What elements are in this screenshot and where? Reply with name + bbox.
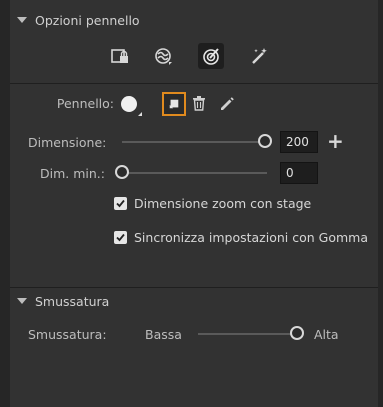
tool-options-panel: Opzioni pennello Pennello: Dimensione: 2…	[10, 0, 378, 407]
brush-options-header[interactable]: Opzioni pennello	[10, 10, 378, 30]
brush-shape-dropdown-icon[interactable]	[138, 112, 142, 116]
zoom-size-label[interactable]: Dimensione zoom con stage	[134, 196, 311, 211]
edit-brush-button[interactable]	[217, 94, 235, 112]
brush-mode-selected[interactable]	[162, 92, 186, 116]
left-gutter	[0, 0, 10, 407]
size-label: Dimensione:	[28, 135, 107, 150]
checkmark-icon	[116, 199, 125, 208]
section-divider	[10, 83, 378, 84]
smoothing-header[interactable]: Smussatura	[10, 291, 378, 311]
brush-square-icon	[169, 99, 179, 109]
brush-shape-picker[interactable]	[121, 96, 137, 112]
magic-brush-tool[interactable]	[246, 43, 272, 69]
paint-inside-tool[interactable]	[198, 43, 224, 69]
min-size-slider-track[interactable]	[122, 172, 267, 174]
section-divider	[10, 287, 378, 288]
smoothing-slider-thumb[interactable]	[290, 326, 304, 340]
collapse-triangle-icon[interactable]	[17, 17, 27, 23]
magic-brush-icon	[252, 48, 267, 64]
smoothing-high-label: Alta	[314, 327, 339, 342]
zoom-size-checkbox[interactable]	[114, 197, 127, 210]
paint-behind-tool[interactable]	[150, 43, 176, 69]
right-gutter	[378, 0, 383, 407]
lock-fill-tool[interactable]	[107, 43, 133, 69]
smoothing-slider-track[interactable]	[198, 333, 296, 335]
min-size-label: Dim. min.:	[40, 166, 105, 181]
pencil-icon	[221, 97, 234, 110]
lock-fill-icon	[111, 49, 128, 63]
smoothing-low-label: Bassa	[145, 327, 182, 342]
smoothing-label: Smussatura:	[28, 327, 107, 342]
plus-icon[interactable]: +	[327, 131, 344, 151]
brush-label: Pennello:	[56, 96, 114, 111]
paint-inside-icon	[203, 48, 219, 65]
sync-eraser-label[interactable]: Sincronizza impostazioni con Gomma	[134, 230, 368, 245]
trash-icon	[193, 96, 205, 111]
delete-brush-button[interactable]	[190, 94, 208, 112]
brush-options-title: Opzioni pennello	[35, 12, 140, 28]
size-input[interactable]: 200	[280, 131, 318, 153]
sync-eraser-checkbox[interactable]	[114, 231, 127, 244]
paint-behind-icon	[155, 48, 172, 65]
smoothing-title: Smussatura	[35, 293, 110, 309]
collapse-triangle-icon[interactable]	[17, 298, 27, 304]
min-size-input[interactable]: 0	[280, 162, 318, 184]
size-slider-thumb[interactable]	[258, 134, 272, 148]
checkmark-icon	[116, 233, 125, 242]
min-size-slider-thumb[interactable]	[115, 165, 129, 179]
size-slider-track[interactable]	[122, 141, 266, 143]
